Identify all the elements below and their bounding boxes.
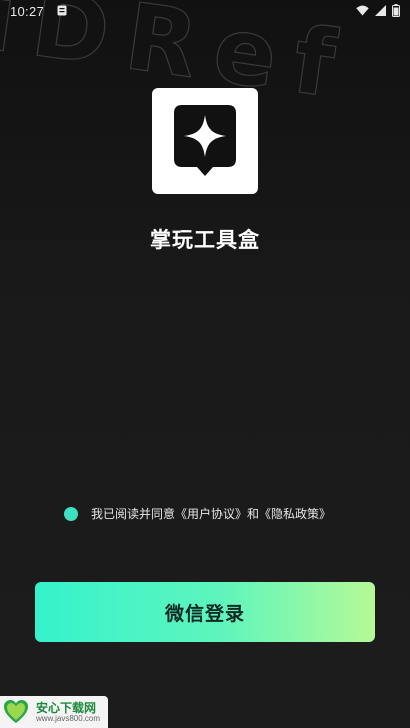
wifi-icon xyxy=(356,5,369,16)
agreement-text: 我已阅读并同意《用户协议》和《隐私政策》 xyxy=(91,505,331,522)
sparkle-pin-icon xyxy=(174,105,236,176)
agreement-row: 我已阅读并同意《用户协议》和《隐私政策》 xyxy=(64,505,331,522)
agreement-prefix: 我已阅读并同意 xyxy=(91,507,176,521)
privacy-policy-link[interactable]: 《隐私政策》 xyxy=(259,507,331,521)
agreement-radio[interactable] xyxy=(64,506,78,521)
signal-icon xyxy=(375,5,386,16)
source-badge: 安心下载网 www.javs800.com xyxy=(0,696,108,728)
app-name: 掌玩工具盒 xyxy=(150,228,260,252)
heart-logo-icon xyxy=(4,700,28,723)
login-screen: iDRef 10:27 掌玩工具盒 我已阅读并同意《用户协议》和《隐私政策》 微… xyxy=(0,0,410,728)
battery-icon xyxy=(392,4,400,17)
agreement-conjunction: 和 xyxy=(247,507,260,521)
wechat-login-button[interactable]: 微信登录 xyxy=(35,582,375,642)
status-bar: 10:27 xyxy=(0,0,410,22)
status-icons xyxy=(356,4,400,17)
user-agreement-link[interactable]: 《用户协议》 xyxy=(175,507,247,521)
status-time: 10:27 xyxy=(10,4,45,19)
badge-site-url: www.javs800.com xyxy=(36,714,101,723)
notification-icon xyxy=(57,5,67,16)
app-logo xyxy=(152,88,258,194)
